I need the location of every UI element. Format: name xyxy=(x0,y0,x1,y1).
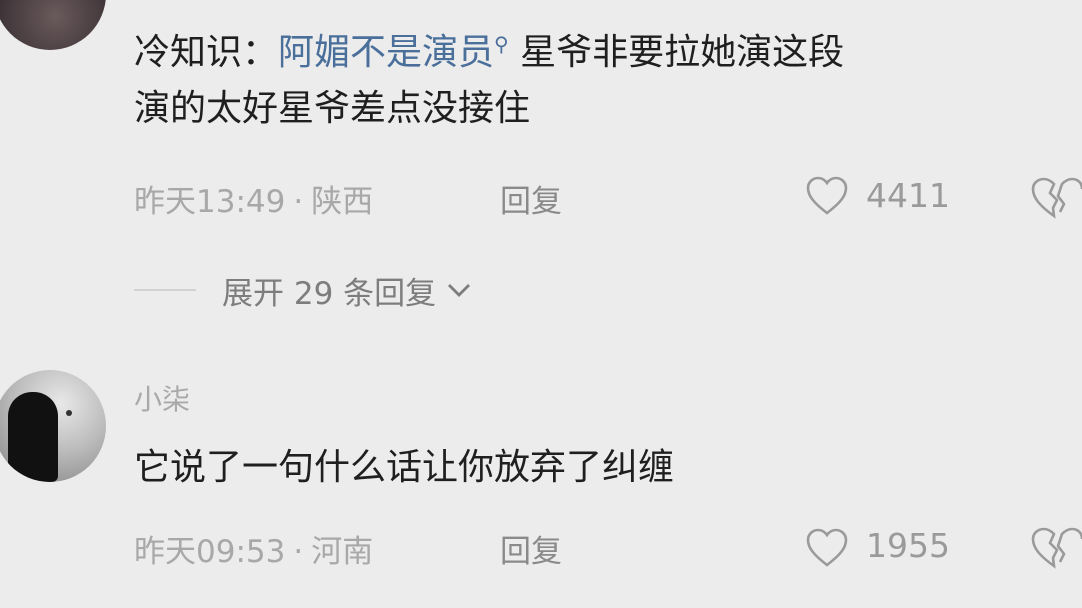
search-icon: ⚲ xyxy=(494,32,509,56)
comment-time: 昨天09:53 xyxy=(134,534,286,570)
expand-replies-label: 展开 29 条回复 xyxy=(222,275,437,312)
like-count: 4411 xyxy=(866,176,950,215)
divider-line xyxy=(134,289,196,291)
like-count: 1955 xyxy=(866,526,950,565)
comment-meta: 昨天13:49 · 陕西 xyxy=(134,176,373,221)
topic-link[interactable]: 阿媚不是演员⚲ xyxy=(278,32,509,73)
comment-text: 冷知识：阿媚不是演员⚲ 星爷非要拉她演这段 演的太好星爷差点没接住 xyxy=(134,16,1074,137)
comment-prefix: 冷知识： xyxy=(134,32,279,73)
avatar-dot xyxy=(66,410,72,416)
comment-location: 河南 xyxy=(311,534,374,570)
comment-meta: 昨天09:53 · 河南 xyxy=(134,526,373,571)
meta-separator: · xyxy=(293,184,304,220)
broken-heart-icon[interactable] xyxy=(1030,176,1082,220)
reply-button[interactable]: 回复 xyxy=(500,526,562,571)
username[interactable]: 小柒 xyxy=(134,378,190,418)
meta-separator: · xyxy=(293,534,304,570)
heart-icon[interactable] xyxy=(806,176,848,216)
comment-text: 它说了一句什么话让你放弃了纠缠 xyxy=(134,447,675,488)
avatar[interactable] xyxy=(0,0,106,50)
comment-text-line1-suffix: 星爷非要拉她演这段 xyxy=(508,32,845,73)
comment-time: 昨天13:49 xyxy=(134,184,286,220)
heart-icon[interactable] xyxy=(806,528,848,568)
chevron-down-icon xyxy=(448,284,471,297)
avatar-figure xyxy=(8,392,58,482)
expand-replies[interactable]: 展开 29 条回复 xyxy=(134,268,472,312)
avatar[interactable] xyxy=(0,370,106,482)
comment-location: 陕西 xyxy=(311,184,374,220)
broken-heart-icon[interactable] xyxy=(1030,526,1082,570)
comment-text-line2: 演的太好星爷差点没接住 xyxy=(134,88,531,129)
reply-button[interactable]: 回复 xyxy=(500,176,562,221)
